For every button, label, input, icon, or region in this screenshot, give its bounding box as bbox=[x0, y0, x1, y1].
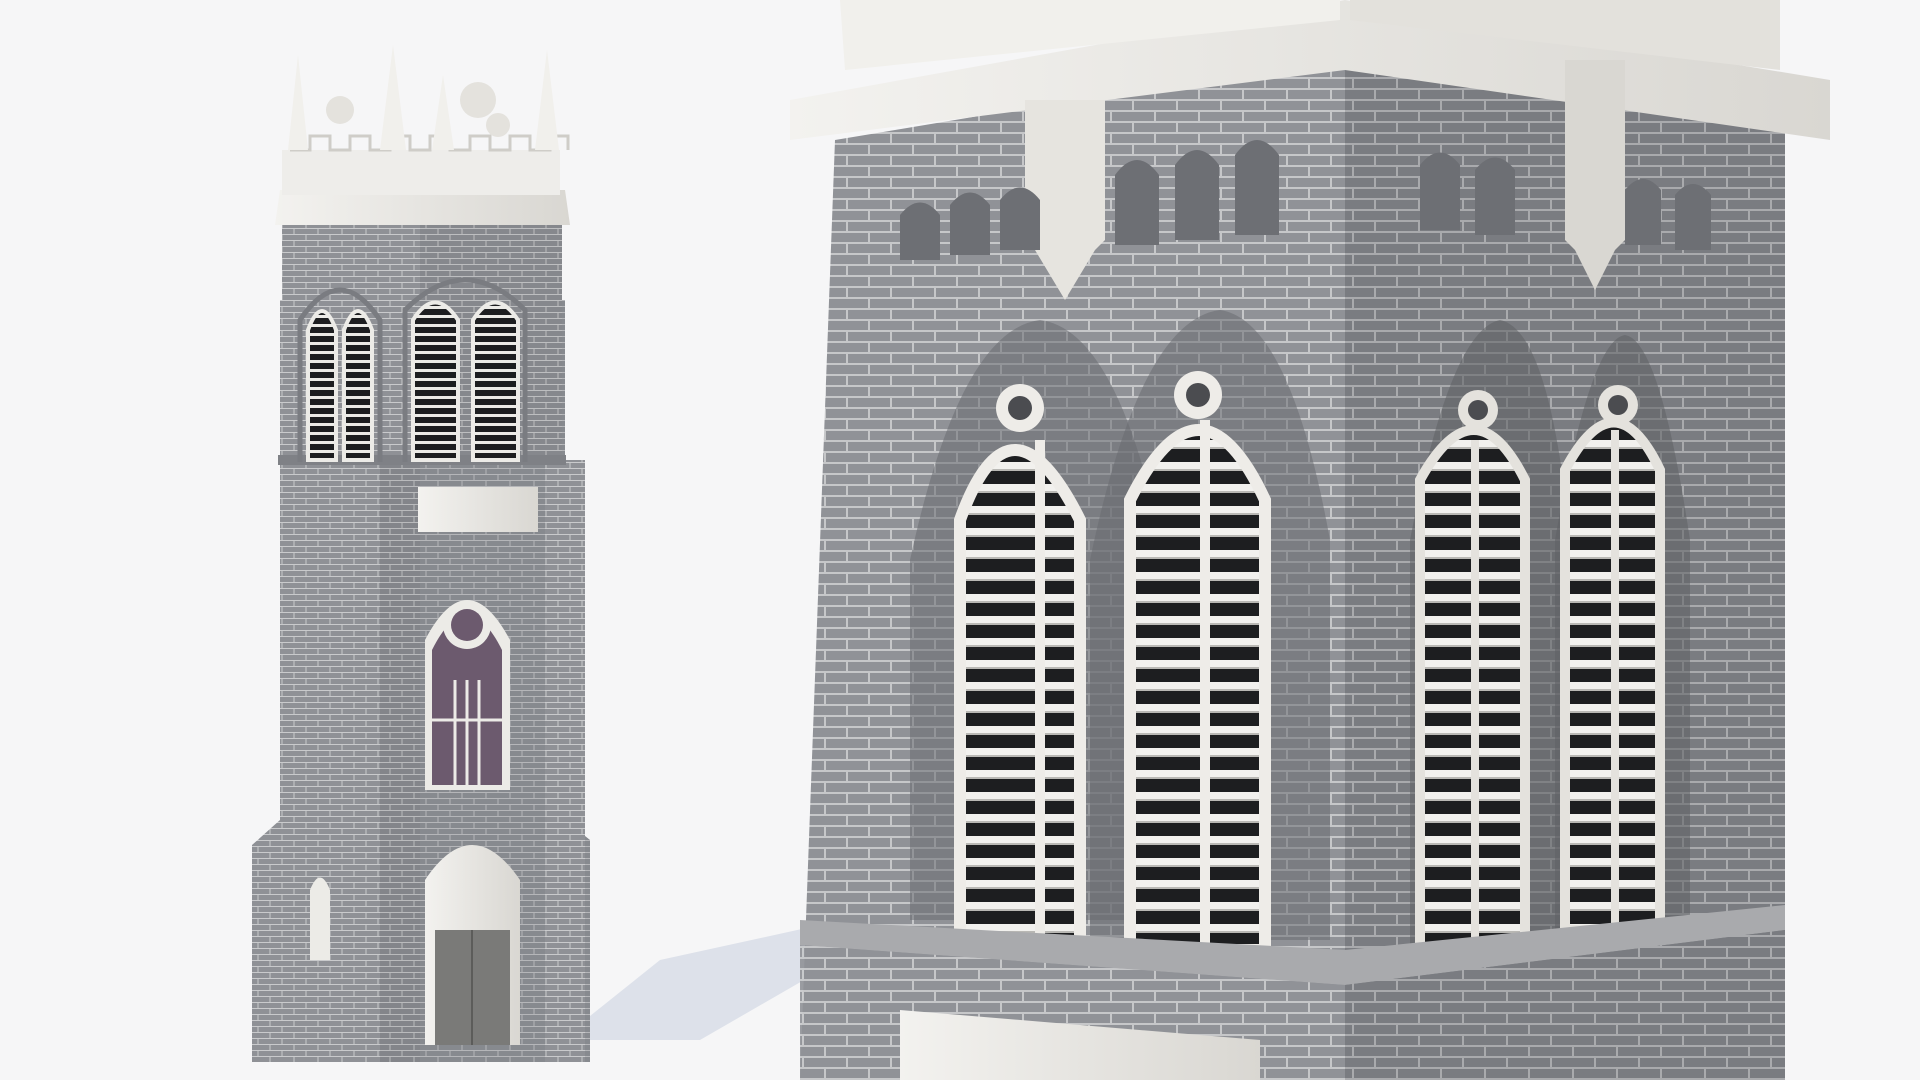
render-scene bbox=[0, 0, 1920, 1080]
rose-window bbox=[425, 600, 510, 790]
side-lancet-windows bbox=[1410, 320, 1690, 955]
render-canvas bbox=[252, 0, 1830, 1080]
belfry-closeup-view bbox=[790, 0, 1830, 1080]
tower-crown bbox=[275, 45, 570, 225]
buttress-left bbox=[280, 460, 320, 1062]
ground-shadow bbox=[560, 925, 830, 1040]
pinnacle bbox=[288, 55, 308, 150]
pinnacle bbox=[380, 45, 406, 150]
main-doorway bbox=[425, 845, 520, 1045]
finial-ornament bbox=[326, 96, 354, 124]
side-window bbox=[310, 877, 330, 960]
pinnacle bbox=[535, 50, 559, 150]
stone-tablet bbox=[418, 487, 538, 532]
finial-ornament bbox=[460, 82, 496, 118]
pinnacle bbox=[432, 75, 454, 150]
buttress-right bbox=[545, 460, 585, 1062]
full-tower-view bbox=[252, 45, 830, 1062]
front-lancet-windows bbox=[910, 310, 1330, 956]
finial-ornament bbox=[486, 113, 510, 137]
